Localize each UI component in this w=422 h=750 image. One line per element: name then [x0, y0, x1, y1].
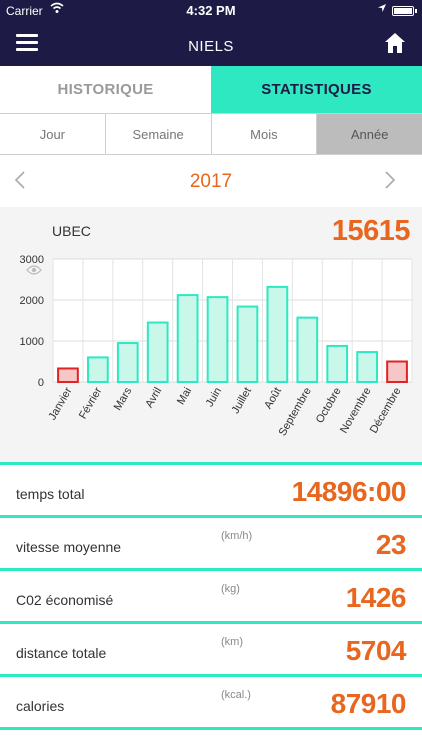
battery-icon	[392, 6, 414, 16]
nav-bar: NIELS	[0, 22, 422, 66]
stat-row-co2: C02 économisé (kg) 1426	[0, 571, 422, 624]
bar-mai	[176, 294, 199, 383]
bar-avril	[146, 321, 169, 384]
x-tick-label: Mars	[112, 385, 135, 413]
page-title: NIELS	[188, 38, 234, 55]
bar-septembre	[296, 316, 319, 383]
y-tick-label: 0	[38, 377, 44, 389]
stat-value: 23	[375, 529, 407, 560]
stat-name: temps total	[16, 486, 85, 502]
battery-tip	[415, 9, 417, 13]
x-tick-label: Mai	[175, 386, 194, 407]
stat-name: calories	[16, 698, 65, 714]
bar-février	[87, 356, 109, 384]
x-tick-label: Octobre	[314, 386, 344, 426]
stat-value: 14896:00	[291, 476, 407, 507]
tab-historique[interactable]: HISTORIQUE	[0, 66, 211, 113]
period-mois[interactable]: Mois	[211, 114, 318, 154]
x-tick-label: Avril	[143, 386, 164, 410]
chevron-right-icon[interactable]	[384, 169, 396, 197]
stat-unit: (kg)	[221, 583, 240, 595]
x-tick-label: Juillet	[230, 386, 254, 416]
bar-janvier	[57, 367, 79, 384]
stats-list: temps total 14896:00 vitesse moyenne (km…	[0, 465, 422, 730]
stat-value: 5704	[345, 635, 407, 666]
stat-name: distance totale	[16, 645, 107, 661]
period-jour[interactable]: Jour	[0, 114, 106, 154]
bar-juin	[206, 296, 229, 384]
bar-chart: 0 1000 2000 3000 Janvier Février Mars Avril Mai J…	[20, 254, 413, 438]
status-bar: Carrier 4:32 PM	[0, 0, 422, 22]
y-tick-label: 1000	[20, 336, 44, 348]
x-tick-label: Juin	[204, 386, 224, 409]
stat-value: 1426	[345, 582, 407, 613]
year-navigator: 2017	[0, 155, 422, 207]
stat-row-distance-totale: distance totale (km) 5704	[0, 624, 422, 677]
period-semaine[interactable]: Semaine	[105, 114, 212, 154]
x-tick-label: Février	[77, 385, 105, 421]
y-tick-label: 2000	[20, 295, 44, 307]
stat-row-vitesse-moyenne: vitesse moyenne (km/h) 23	[0, 518, 422, 571]
bar-août	[266, 285, 289, 384]
stat-unit: (km)	[221, 636, 243, 648]
chart-total: 15615	[331, 215, 411, 247]
bar-octobre	[326, 344, 349, 383]
stat-unit: (km/h)	[221, 530, 253, 542]
stat-unit: (kcal.)	[221, 689, 251, 701]
stat-row-calories: calories (kcal.) 87910	[0, 677, 422, 730]
bar-mars	[116, 342, 139, 384]
home-icon[interactable]	[384, 32, 406, 54]
location-arrow-icon	[377, 3, 387, 16]
main-tabs: HISTORIQUE STATISTIQUES	[0, 66, 422, 114]
chart-label: UBEC	[52, 223, 91, 239]
stat-row-temps-total: temps total 14896:00	[0, 465, 422, 518]
period-annee[interactable]: Année	[317, 114, 422, 154]
tab-statistiques[interactable]: STATISTIQUES	[211, 66, 422, 113]
period-selector: Jour Semaine Mois Année	[0, 114, 422, 155]
year-label: 2017	[189, 171, 233, 192]
x-tick-label: Décembre	[368, 386, 404, 436]
bar-décembre	[386, 360, 408, 383]
chart-card: UBEC 15615 0 1000 2000 3000 Janvier Février Ma…	[0, 207, 422, 465]
y-tick-label: 3000	[20, 254, 44, 266]
stat-name: vitesse moyenne	[16, 539, 122, 555]
x-tick-label: Août	[262, 386, 284, 412]
stat-name: C02 économisé	[16, 592, 114, 608]
status-time: 4:32 PM	[186, 3, 236, 18]
x-tick-label: Janvier	[46, 385, 74, 422]
stat-value: 87910	[330, 688, 407, 719]
bar-juillet	[236, 305, 259, 384]
bar-novembre	[356, 351, 378, 383]
